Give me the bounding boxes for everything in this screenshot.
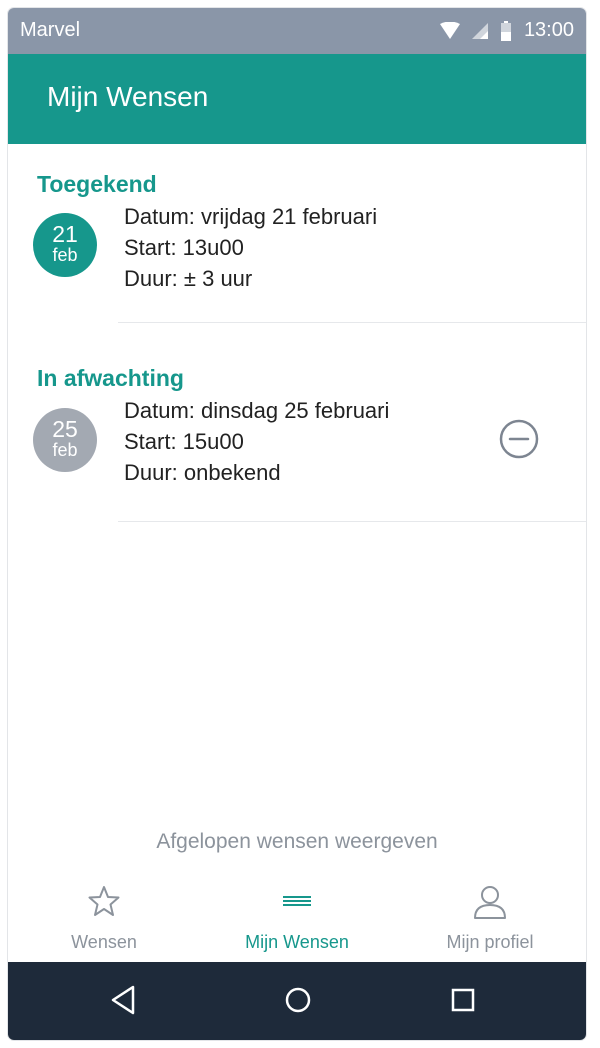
wish-start: Start: 15u00 bbox=[124, 429, 244, 454]
nav-label: Mijn Wensen bbox=[245, 932, 349, 952]
date-month: feb bbox=[52, 245, 78, 265]
recents-icon[interactable] bbox=[449, 984, 477, 1016]
date-day: 21 bbox=[52, 221, 78, 247]
battery-icon bbox=[500, 20, 511, 41]
bottom-nav: Wensen Mijn Wensen Mijn profiel bbox=[8, 880, 586, 962]
carrier-name: Marvel bbox=[20, 19, 81, 41]
date-badge: 21 feb bbox=[33, 213, 97, 277]
divider bbox=[118, 521, 586, 522]
section-title-pending: In afwachting bbox=[37, 365, 184, 391]
wish-duration: Duur: onbekend bbox=[124, 460, 281, 485]
divider bbox=[118, 322, 586, 323]
status-bar: Marvel 13:00 bbox=[8, 8, 586, 54]
wish-duration: Duur: ± 3 uur bbox=[124, 266, 253, 291]
user-icon bbox=[474, 886, 506, 919]
section-title-granted: Toegekend bbox=[37, 171, 157, 197]
wish-details: Datum: dinsdag 25 februari Start: 15u00 … bbox=[124, 395, 389, 488]
nav-item-mijn-profiel[interactable]: Mijn profiel bbox=[394, 880, 586, 962]
back-icon[interactable] bbox=[109, 984, 137, 1016]
date-month: feb bbox=[52, 440, 78, 460]
wish-details: Datum: vrijdag 21 februari Start: 13u00 … bbox=[124, 201, 377, 294]
nav-label: Wensen bbox=[71, 932, 137, 952]
status-icons: 13:00 bbox=[439, 19, 574, 42]
wish-start: Start: 13u00 bbox=[124, 235, 244, 260]
wifi-icon bbox=[439, 21, 460, 39]
wish-date: Datum: vrijdag 21 februari bbox=[124, 204, 378, 229]
date-day: 25 bbox=[52, 416, 78, 442]
home-icon[interactable] bbox=[284, 984, 312, 1016]
system-nav-bar bbox=[8, 962, 586, 1040]
list-icon bbox=[283, 896, 311, 906]
page-title: Mijn Wensen bbox=[47, 81, 209, 112]
clock: 13:00 bbox=[523, 19, 574, 41]
phone-screen: Marvel 13:00 Mijn Wensen Toegekend 21 fe… bbox=[8, 8, 586, 1040]
show-past-wishes-link[interactable]: Afgelopen wensen weergeven bbox=[8, 830, 586, 854]
wish-date: Datum: dinsdag 25 februari bbox=[124, 398, 390, 423]
nav-item-wensen[interactable]: Wensen bbox=[8, 880, 200, 962]
date-badge: 25 feb bbox=[33, 408, 97, 472]
signal-icon bbox=[471, 22, 488, 39]
remove-circle-icon[interactable] bbox=[498, 418, 540, 460]
star-icon bbox=[88, 886, 120, 916]
app-bar: Mijn Wensen bbox=[8, 54, 586, 144]
nav-label: Mijn profiel bbox=[446, 932, 534, 952]
nav-item-mijn-wensen[interactable]: Mijn Wensen bbox=[201, 880, 393, 962]
